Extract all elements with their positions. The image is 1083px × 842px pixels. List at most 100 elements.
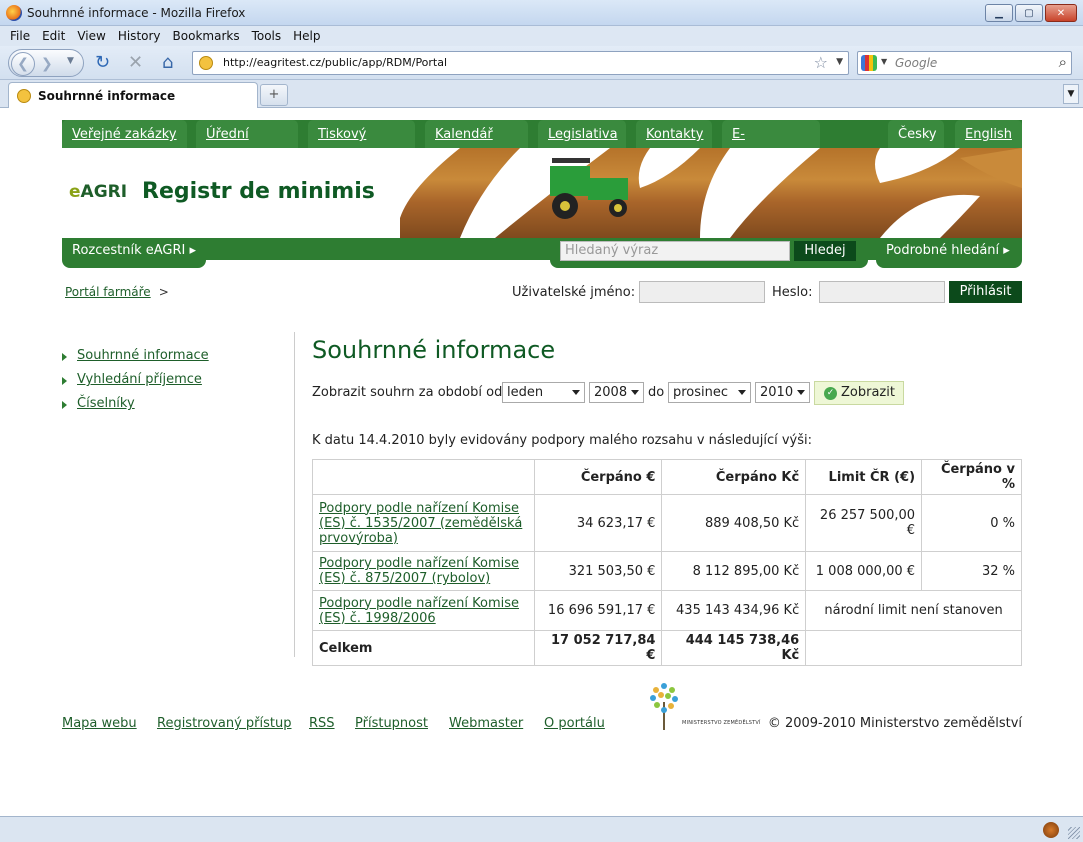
chevron-down-icon (631, 390, 639, 395)
navigation-toolbar: ❮ ❯ ▼ ↻ ✕ ⌂ http://eagritest.cz/public/a… (0, 46, 1083, 80)
menu-history[interactable]: History (118, 29, 161, 43)
row-link[interactable]: Podpory podle nařízení Komise (ES) č. 15… (319, 501, 522, 546)
footer-o-portalu[interactable]: O portálu (544, 716, 605, 731)
browser-search-bar[interactable]: ▼ Google ⌕ (857, 51, 1072, 75)
rozcestnik-link[interactable]: Rozcestník eAGRI ▸ (62, 238, 206, 268)
breadcrumb-home[interactable]: Portál farmáře (65, 285, 151, 299)
header-percent: Čerpáno v % (921, 459, 1022, 495)
summary-table: Čerpáno € Čerpáno Kč Limit ČR (€) Čerpán… (312, 459, 1022, 666)
topnav-uredni-desky[interactable]: Úřední desky (196, 120, 298, 172)
cell-percent: 32 % (921, 551, 1022, 591)
bookmark-star-icon[interactable]: ☆ (814, 53, 828, 72)
sidenav-ciselniky[interactable]: Číselníky (62, 396, 209, 420)
firefox-icon (6, 4, 22, 21)
url-text[interactable]: http://eagritest.cz/public/app/RDM/Porta… (223, 56, 447, 69)
menu-bookmarks[interactable]: Bookmarks (173, 29, 240, 43)
reload-icon[interactable]: ↻ (95, 54, 110, 72)
header-blank (312, 459, 535, 495)
footer-registrovany-pristup[interactable]: Registrovaný přístup (157, 716, 292, 731)
table-row: Podpory podle nařízení Komise (ES) č. 15… (312, 494, 1022, 552)
list-all-tabs-icon[interactable]: ▼ (1063, 84, 1079, 104)
total-blank (805, 630, 1022, 666)
tab-title: Souhrnné informace (38, 88, 176, 103)
topnav-kontakty[interactable]: Kontakty (636, 120, 712, 148)
header-cerpano-czk: Čerpáno Kč (661, 459, 807, 495)
url-bar[interactable]: http://eagritest.cz/public/app/RDM/Porta… (192, 51, 849, 75)
cell-limit: 26 257 500,00 € (805, 494, 923, 552)
username-field[interactable] (639, 281, 765, 303)
web-page: Veřejné zakázky Úřední desky Tiskový ser… (0, 108, 1083, 816)
chevron-down-icon (797, 390, 805, 395)
to-month-select[interactable]: prosinec (668, 382, 751, 403)
firebug-icon[interactable] (1043, 822, 1059, 838)
show-button[interactable]: ✓ Zobrazit (814, 381, 904, 405)
lang-english[interactable]: English (955, 120, 1022, 148)
window-title: Souhrnné informace - Mozilla Firefox (27, 5, 246, 20)
menu-tools[interactable]: Tools (252, 29, 282, 43)
cell-percent: 0 % (921, 494, 1022, 552)
forward-icon[interactable]: ❯ (41, 56, 53, 72)
close-window-button[interactable]: ✕ (1045, 4, 1077, 22)
tab-active[interactable]: Souhrnné informace (8, 82, 258, 108)
footer-webmaster[interactable]: Webmaster (449, 716, 523, 731)
cell-eur: 16 696 591,17 € (533, 590, 663, 631)
sidenav-vyhledani-prijemce[interactable]: Vyhledání příjemce (62, 372, 209, 396)
maximize-button[interactable]: ▢ (1015, 4, 1043, 22)
url-dropdown-icon[interactable]: ▼ (836, 57, 843, 67)
history-dropdown-icon[interactable]: ▼ (67, 56, 74, 66)
menu-help[interactable]: Help (293, 29, 320, 43)
password-field[interactable] (819, 281, 945, 303)
cell-czk: 889 408,50 Kč (661, 494, 807, 552)
intro-text: K datu 14.4.2010 byly evidovány podpory … (312, 433, 813, 448)
row-link[interactable]: Podpory podle nařízení Komise (ES) č. 19… (319, 596, 519, 626)
menubar: File Edit View History Bookmarks Tools H… (0, 26, 1083, 46)
from-year-select[interactable]: 2008 (589, 382, 644, 403)
login-button[interactable]: Přihlásit (949, 281, 1022, 303)
sidenav-souhrnne-informace[interactable]: Souhrnné informace (62, 348, 209, 372)
footer-mapa-webu[interactable]: Mapa webu (62, 716, 137, 731)
lang-czech[interactable]: Česky (888, 120, 944, 148)
resize-grip-icon[interactable] (1068, 827, 1080, 839)
search-button[interactable]: Hledej (794, 241, 856, 261)
period-filter: Zobrazit souhrn za období od leden 2008 … (312, 381, 912, 405)
footer-pristupnost[interactable]: Přístupnost (355, 716, 428, 731)
google-engine-icon[interactable] (861, 55, 877, 71)
table-total-row: Celkem 17 052 717,84 € 444 145 738,46 Kč (312, 630, 1022, 666)
topnav-e-podatelna[interactable]: E-podatelna (722, 120, 820, 172)
search-icon[interactable]: ⌕ (1059, 53, 1067, 71)
header-cerpano-eur: Čerpáno € (533, 459, 663, 495)
window-titlebar: Souhrnné informace - Mozilla Firefox ▁ ▢… (0, 0, 1083, 26)
footer-rss[interactable]: RSS (309, 716, 335, 731)
menu-view[interactable]: View (77, 29, 105, 43)
from-month-select[interactable]: leden (502, 382, 585, 403)
menu-edit[interactable]: Edit (42, 29, 65, 43)
minimize-button[interactable]: ▁ (985, 4, 1013, 22)
eagri-logo[interactable]: eAGRI (69, 182, 127, 202)
chevron-down-icon (572, 390, 580, 395)
advanced-search-link[interactable]: Podrobné hledání ▸ (876, 238, 1022, 268)
header-limit: Limit ČR (€) (805, 459, 923, 495)
stop-icon[interactable]: ✕ (128, 54, 143, 72)
topnav-kalendar-akci[interactable]: Kalendář akcí (425, 120, 528, 172)
banner-field-image (400, 148, 1022, 238)
chevron-down-icon (738, 390, 746, 395)
ministry-logo[interactable]: MINISTERSTVO ZEMĚDĚLSTVÍ (646, 680, 766, 736)
main-content: Souhrnné informace Zobrazit souhrn za ob… (312, 336, 1022, 666)
home-icon[interactable]: ⌂ (162, 54, 173, 72)
tab-strip: Souhrnné informace + ▼ (0, 80, 1083, 108)
new-tab-button[interactable]: + (260, 84, 288, 106)
footer: Mapa webu Registrovaný přístup RSS Příst… (62, 683, 1022, 740)
cell-limit-note: národní limit není stanoven (805, 590, 1022, 631)
engine-dropdown-icon[interactable]: ▼ (881, 57, 887, 66)
to-year-select[interactable]: 2010 (755, 382, 810, 403)
site-search-input[interactable]: Hledaný výraz (560, 241, 790, 261)
topnav-verejne-zakazky[interactable]: Veřejné zakázky (62, 120, 187, 148)
row-link[interactable]: Podpory podle nařízení Komise (ES) č. 87… (319, 556, 519, 586)
topnav-tiskovy-servis[interactable]: Tiskový servis (308, 120, 415, 172)
back-icon[interactable]: ❮ (11, 52, 35, 76)
menu-file[interactable]: File (10, 29, 30, 43)
topnav-legislativa[interactable]: Legislativa (538, 120, 626, 148)
status-bar (0, 816, 1083, 842)
secondary-bar: Rozcestník eAGRI ▸ Hledaný výraz Hledej … (62, 238, 1022, 268)
search-placeholder[interactable]: Google (895, 56, 937, 70)
